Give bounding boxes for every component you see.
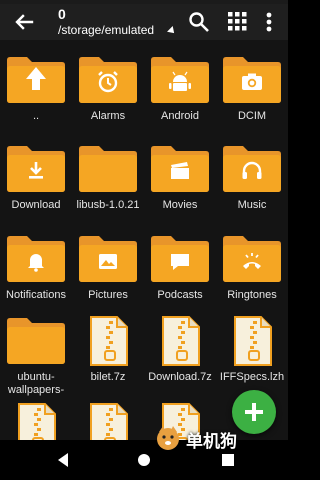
folder-icon	[7, 318, 65, 364]
item-label: bilet.7z	[90, 371, 126, 383]
folder-bell-icon	[7, 236, 65, 282]
item-label: Download	[11, 199, 61, 211]
watermark: 单机狗	[154, 424, 254, 452]
item-label: ubuntu- wallpapers-	[7, 371, 65, 396]
folder-clapperboard-icon	[151, 146, 209, 192]
item-label: Pictures	[88, 289, 128, 301]
zip-file-icon	[90, 316, 128, 366]
folder-phone-ringing-icon	[223, 236, 281, 282]
nav-home-button[interactable]	[138, 454, 150, 466]
zip-file-icon	[234, 316, 272, 366]
folder-android-icon	[151, 57, 209, 103]
nav-recents-button[interactable]	[222, 454, 234, 466]
more-vert-icon	[266, 12, 272, 32]
back-button[interactable]	[12, 11, 36, 33]
item-label: Ringtones	[227, 289, 277, 301]
item-label: Alarms	[90, 110, 126, 122]
file-grid: .. Alarms Android DCIM Download libusb-1.0.21…	[0, 40, 288, 440]
item-label: DCIM	[237, 110, 267, 122]
selection-count: 0	[58, 6, 66, 22]
folder-icon	[79, 146, 137, 192]
item-label: Music	[237, 199, 267, 211]
folder-speech-bubble-icon	[151, 236, 209, 282]
view-mode-button[interactable]	[226, 10, 248, 32]
item-label: Notifications	[6, 289, 66, 301]
folder-download-icon	[7, 146, 65, 192]
more-options-button[interactable]	[262, 10, 276, 34]
item-label: ..	[32, 110, 40, 122]
watermark-text: 单机狗	[186, 432, 237, 451]
grid-icon	[228, 12, 247, 31]
folder-camera-icon	[223, 57, 281, 103]
item-label: libusb-1.0.21	[76, 199, 140, 211]
app-toolbar: 0 /storage/emulated	[0, 4, 288, 40]
item-label: IFFSpecs.lzh	[219, 371, 285, 383]
dog-logo-icon	[157, 426, 179, 450]
item-label: Podcasts	[157, 289, 203, 301]
folder-image-icon	[79, 236, 137, 282]
item-label: Android	[161, 110, 199, 122]
path-selector[interactable]: 0 /storage/emulated	[58, 6, 182, 40]
zip-file-icon	[18, 403, 56, 440]
item-label: Movies	[162, 199, 198, 211]
zip-file-icon	[90, 403, 128, 440]
arrow-left-icon	[15, 14, 34, 30]
current-path: /storage/emulated	[58, 23, 155, 37]
folder-alarm-clock-icon	[79, 57, 137, 103]
folder-up-arrow-icon	[7, 57, 65, 103]
folder-headphones-icon	[223, 146, 281, 192]
zip-file-icon	[162, 316, 200, 366]
item-label: Download.7z	[148, 371, 212, 383]
dropdown-caret-icon	[167, 26, 177, 36]
nav-back-button[interactable]	[58, 453, 68, 467]
search-icon	[189, 12, 209, 32]
search-button[interactable]	[187, 10, 211, 34]
